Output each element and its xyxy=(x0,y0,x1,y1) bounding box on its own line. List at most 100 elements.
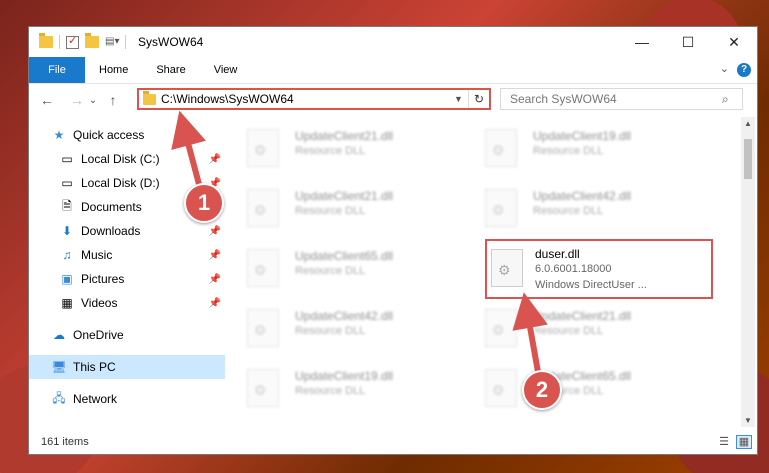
tab-share[interactable]: Share xyxy=(142,57,199,83)
up-button[interactable]: ↑ xyxy=(103,92,123,108)
help-icon[interactable]: ? xyxy=(737,63,751,77)
video-icon: ▦ xyxy=(61,296,73,310)
search-icon[interactable]: ⌕ xyxy=(722,92,742,107)
title-bar: ▤▾ SysWOW64 — ☐ ✕ xyxy=(29,27,757,57)
dll-file-icon xyxy=(247,129,279,167)
file-description: Resource DLL xyxy=(533,145,604,157)
large-icons-view-icon[interactable]: ▦ xyxy=(736,435,752,449)
dll-file-icon xyxy=(247,249,279,287)
file-name: UpdateClient42.dll xyxy=(533,189,632,203)
file-item[interactable]: UpdateClient65.dll Resource DLL xyxy=(463,363,693,415)
sidebar-item-onedrive[interactable]: ☁ OneDrive xyxy=(29,323,225,347)
pin-icon: 📌 xyxy=(208,297,221,309)
forward-button[interactable]: → xyxy=(67,92,87,108)
file-name: UpdateClient42.dll xyxy=(295,309,394,323)
sidebar-item-videos[interactable]: ▦ Videos 📌 xyxy=(29,291,225,315)
dll-file-icon xyxy=(247,189,279,227)
navigation-pane: ★ Quick access ▭ Local Disk (C:) 📌 ▭ Loc… xyxy=(29,117,225,427)
file-item-duser-dll[interactable]: duser.dll 6.0.6001.18000 Windows DirectU… xyxy=(485,239,713,299)
chevron-down-icon[interactable]: ▼ xyxy=(454,94,468,104)
picture-icon: ▣ xyxy=(61,272,73,286)
back-button[interactable]: ← xyxy=(37,92,57,108)
callout-badge-2: 2 xyxy=(522,370,562,410)
tab-file[interactable]: File xyxy=(29,57,85,83)
sidebar-item-label: Quick access xyxy=(73,128,145,142)
sidebar-item-label: Documents xyxy=(81,200,142,214)
quick-access-toolbar: ▤▾ xyxy=(39,33,126,49)
search-box[interactable]: Search SysWOW64 ⌕ xyxy=(500,88,743,110)
sidebar-item-label: Downloads xyxy=(81,224,141,238)
file-description: Resource DLL xyxy=(295,385,366,397)
file-item[interactable]: UpdateClient19.dll Resource DLL xyxy=(463,123,693,175)
properties-icon[interactable] xyxy=(66,34,79,49)
sidebar-item-quick-access[interactable]: ★ Quick access xyxy=(29,123,225,147)
separator xyxy=(125,35,126,49)
window-title: SysWOW64 xyxy=(138,35,204,49)
star-icon: ★ xyxy=(53,128,65,142)
file-name: duser.dll xyxy=(535,247,580,261)
document-icon: 🗎 xyxy=(62,198,72,213)
sidebar-item-downloads[interactable]: ⬇ Downloads 📌 xyxy=(29,219,225,243)
dll-file-icon xyxy=(247,369,279,407)
file-item[interactable]: UpdateClient42.dll Resource DLL xyxy=(463,183,693,235)
network-icon: 🖧 xyxy=(52,390,66,405)
file-item[interactable]: UpdateClient21.dll Resource DLL xyxy=(225,123,455,175)
drive-icon: ▭ xyxy=(61,152,73,166)
close-button[interactable]: ✕ xyxy=(711,27,757,57)
scroll-up-icon[interactable]: ▲ xyxy=(741,119,755,128)
tab-home[interactable]: Home xyxy=(85,57,142,83)
item-count: 161 items xyxy=(41,436,89,448)
file-name: UpdateClient21.dll xyxy=(295,129,394,143)
status-bar: 161 items ☰ ▦ xyxy=(29,430,757,454)
file-item[interactable]: UpdateClient65.dll Resource DLL xyxy=(225,243,455,295)
sidebar-item-label: Videos xyxy=(81,296,118,310)
pin-icon: 📌 xyxy=(208,225,221,237)
drive-icon: ▭ xyxy=(61,176,73,190)
navigation-bar: ← → ⌄ ↑ C:\Windows\SysWOW64 ▼ ↻ Search S… xyxy=(29,84,757,116)
separator xyxy=(59,35,60,49)
maximize-button[interactable]: ☐ xyxy=(665,27,711,57)
vertical-scrollbar[interactable]: ▲ ▼ xyxy=(741,117,755,427)
minimize-button[interactable]: — xyxy=(619,27,665,57)
search-input[interactable]: Search SysWOW64 xyxy=(501,92,722,106)
details-view-icon[interactable]: ☰ xyxy=(717,436,731,448)
new-folder-icon[interactable] xyxy=(85,33,99,48)
file-item[interactable]: UpdateClient21.dll Resource DLL xyxy=(225,183,455,235)
sidebar-item-label: Network xyxy=(73,392,118,406)
file-item[interactable]: UpdateClient21.dll Resource DLL xyxy=(463,303,693,355)
file-item[interactable]: UpdateClient42.dll Resource DLL xyxy=(225,303,455,355)
scroll-down-icon[interactable]: ▼ xyxy=(741,416,755,425)
sidebar-item-music[interactable]: ♫ Music 📌 xyxy=(29,243,225,267)
file-description: Windows DirectUser ... xyxy=(535,279,647,291)
refresh-icon[interactable]: ↻ xyxy=(468,90,489,108)
file-name: UpdateClient65.dll xyxy=(295,249,394,263)
dll-file-icon xyxy=(491,249,523,287)
sidebar-item-local-disk-c[interactable]: ▭ Local Disk (C:) 📌 xyxy=(29,147,225,171)
sidebar-item-pictures[interactable]: ▣ Pictures 📌 xyxy=(29,267,225,291)
file-item[interactable]: UpdateClient19.dll Resource DLL xyxy=(225,363,455,415)
folder-icon xyxy=(143,90,156,105)
sidebar-item-label: This PC xyxy=(73,360,116,374)
sidebar-item-network[interactable]: 🖧 Network xyxy=(29,387,225,411)
file-description: Resource DLL xyxy=(295,325,366,337)
scrollbar-thumb[interactable] xyxy=(744,139,752,179)
view-switcher: ☰ ▦ xyxy=(717,435,752,449)
address-bar[interactable]: C:\Windows\SysWOW64 ▼ ↻ xyxy=(137,88,491,110)
pin-icon: 📌 xyxy=(208,249,221,261)
recent-locations-button[interactable]: ⌄ xyxy=(87,95,99,106)
sidebar-item-label: Local Disk (C:) xyxy=(81,152,160,166)
file-description: Resource DLL xyxy=(533,325,604,337)
explorer-window: ▤▾ SysWOW64 — ☐ ✕ File Home Share View ⌄… xyxy=(28,26,758,455)
customize-toolbar-icon[interactable]: ▤▾ xyxy=(105,36,119,48)
expand-ribbon-icon[interactable]: ⌄ xyxy=(720,62,729,75)
tab-view[interactable]: View xyxy=(200,57,252,83)
pin-icon: 📌 xyxy=(208,153,221,165)
file-description: Resource DLL xyxy=(295,145,366,157)
sidebar-item-this-pc[interactable]: 🖥 This PC xyxy=(29,355,225,379)
address-path[interactable]: C:\Windows\SysWOW64 xyxy=(161,92,454,106)
dll-file-icon xyxy=(485,309,517,347)
window-controls: — ☐ ✕ xyxy=(619,27,757,57)
folder-icon[interactable] xyxy=(39,33,53,48)
file-name: UpdateClient21.dll xyxy=(295,189,394,203)
file-description: Resource DLL xyxy=(295,265,366,277)
